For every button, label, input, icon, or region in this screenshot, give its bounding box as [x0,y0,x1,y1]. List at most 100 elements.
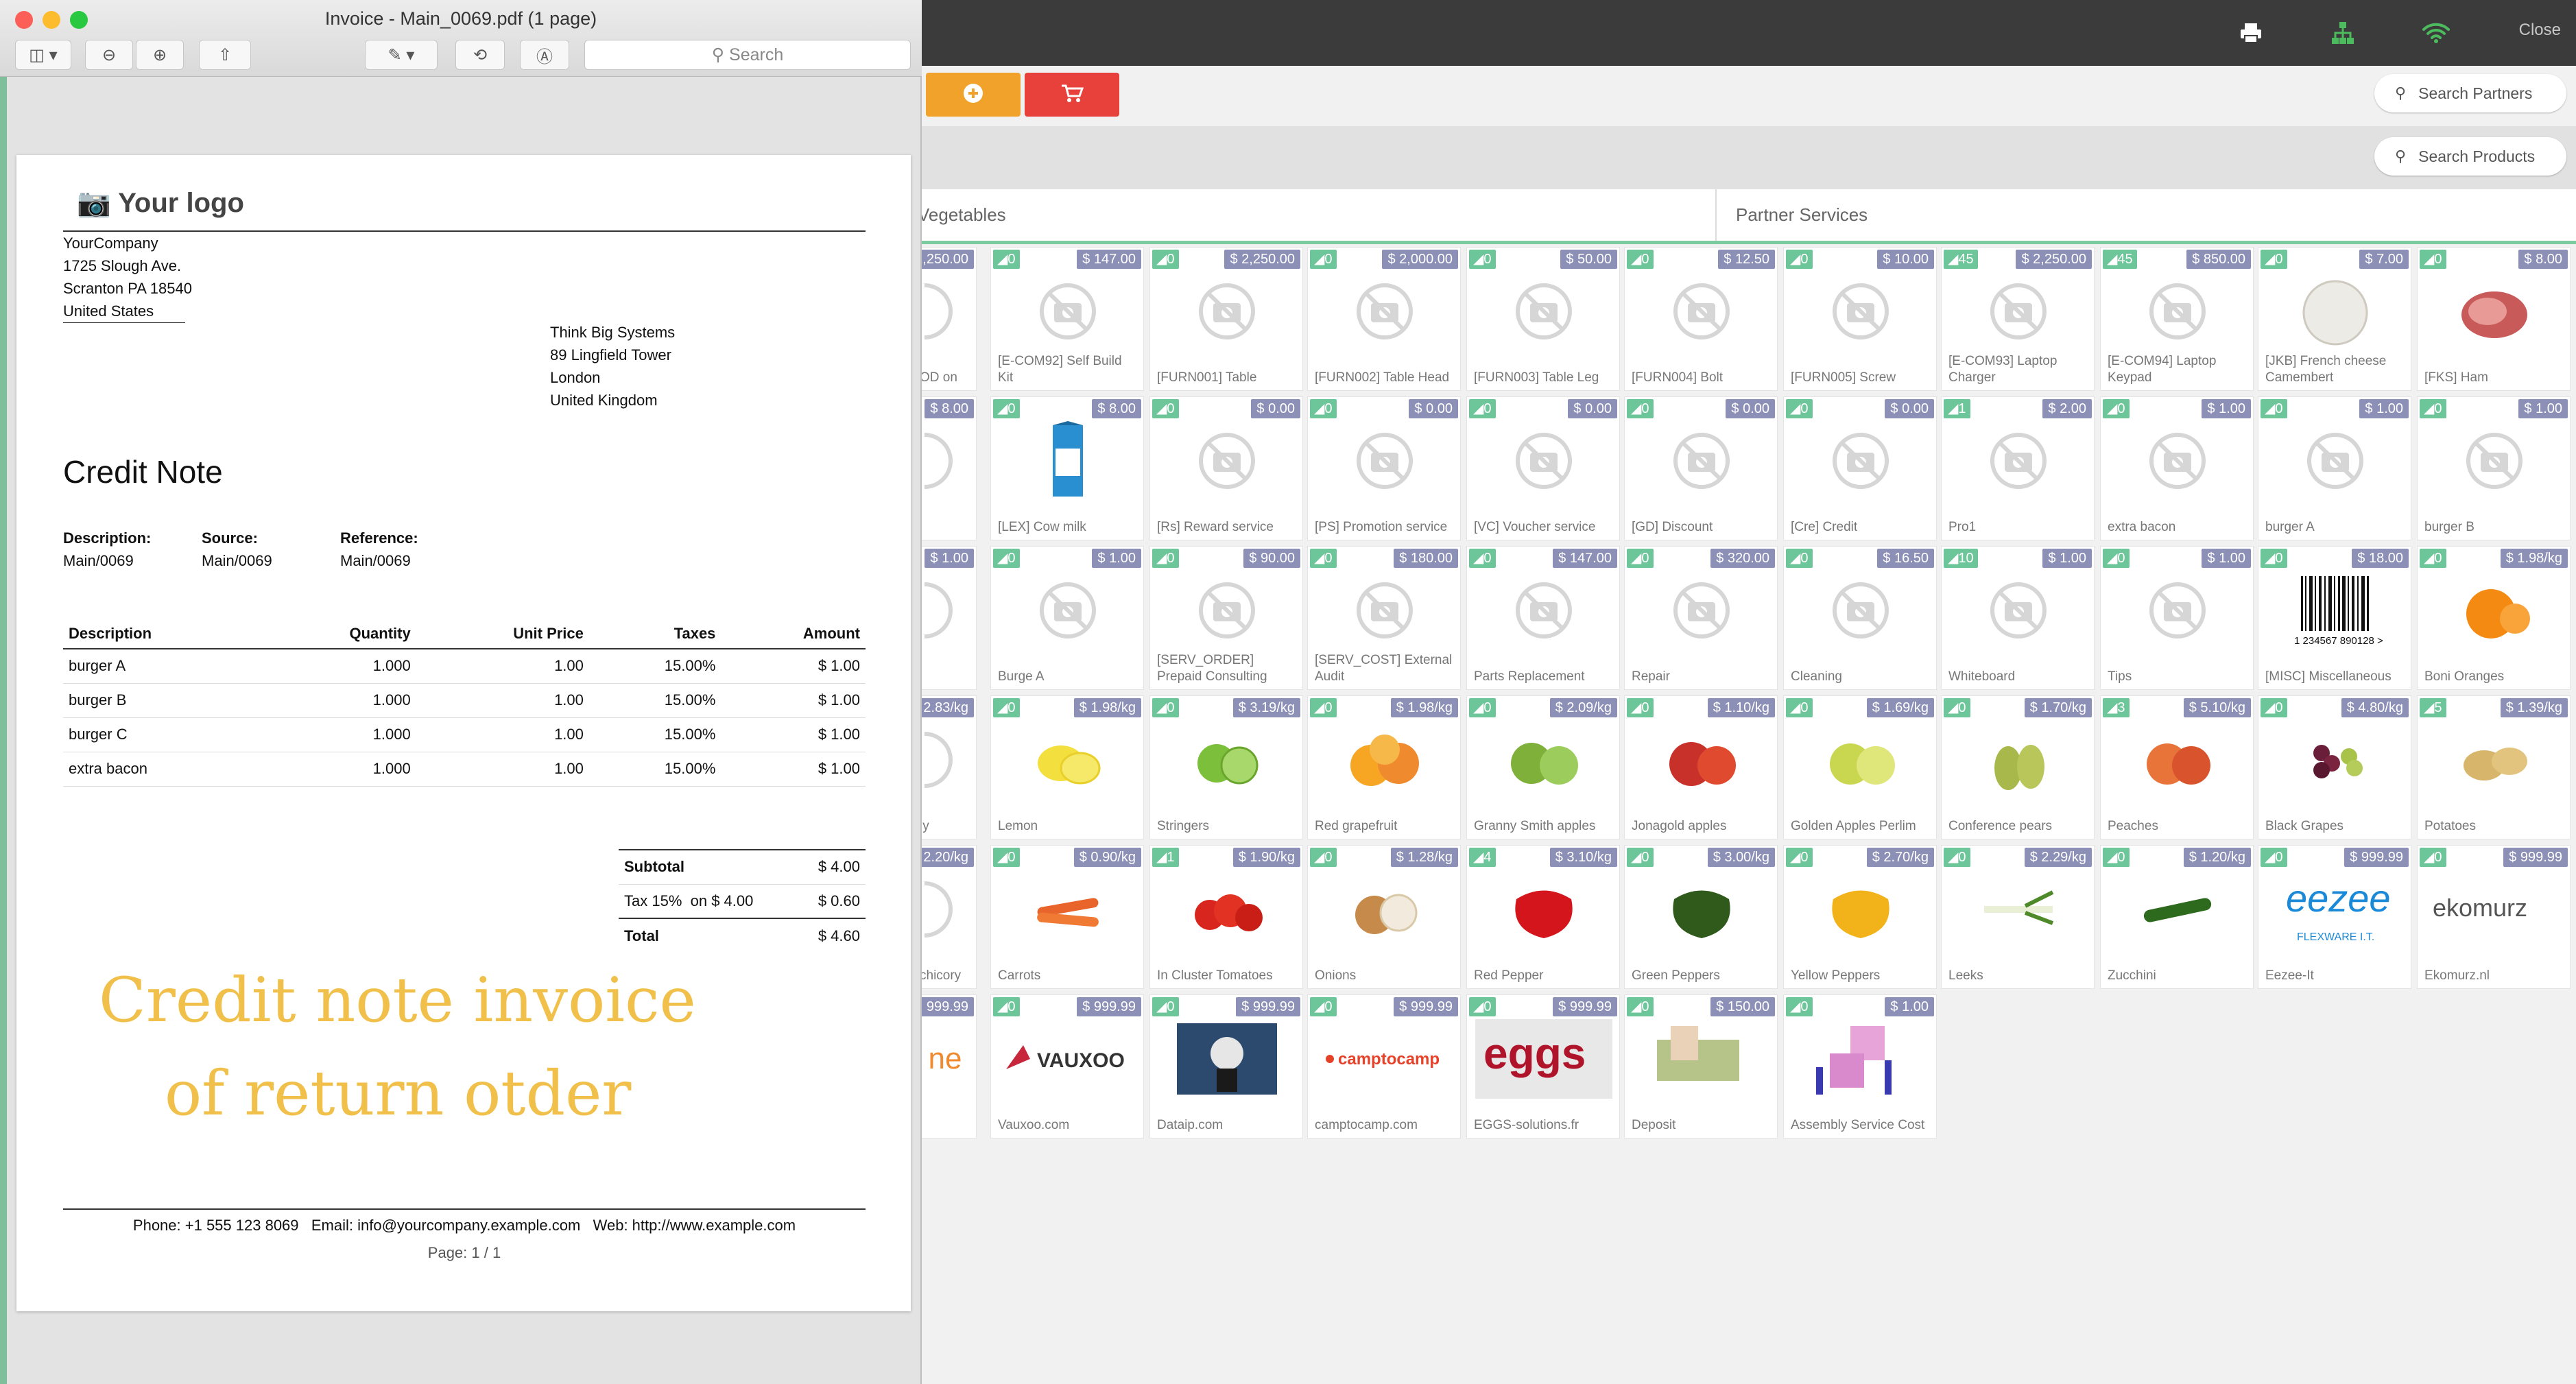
product-card[interactable]: ◢0 $ 1.98/kg Boni Oranges [2417,546,2571,690]
product-card[interactable]: ◢3 $ 5.10/kg Peaches [2100,695,2254,839]
product-card[interactable]: ◢0 $ 0.00 [GD] Discount [1624,396,1778,540]
viewer-search-input[interactable]: ⚲ Search [584,40,911,70]
product-card[interactable]: ◢4 $ 3.10/kg Red Pepper [1466,845,1620,989]
product-card[interactable]: ◢0 $ 1.00 Assembly Service Cost [1783,994,1937,1138]
product-card[interactable]: ◢0 $ 1.28/kg Onions [1307,845,1461,989]
product-card[interactable]: ◢0 $ 12.50 [FURN004] Bolt [1624,247,1778,391]
product-card[interactable]: ◢0 $ 999.99 eggs EGGS-solutions.fr [1466,994,1620,1138]
col-taxes: Taxes [588,619,721,649]
product-card[interactable]: ◢5 $ 1.39/kg Potatoes [2417,695,2571,839]
cart-button[interactable] [1025,73,1119,117]
product-card[interactable]: ◢0 $ 147.00 Parts Replacement [1466,546,1620,690]
close-button[interactable]: Close [2519,21,2561,40]
product-card[interactable]: ◢0 $ 1.70/kg Conference pears [1941,695,2095,839]
search-products-input[interactable]: ⚲ Search Products [2374,137,2566,176]
product-card[interactable]: 2,250.00 OD on [912,247,977,391]
product-card[interactable]: ◢0 $ 0.00 [Rs] Reward service [1149,396,1303,540]
network-icon[interactable] [2326,16,2359,49]
sidebar-toggle-button[interactable]: ◫ ▾ [15,40,71,70]
product-image [1784,570,1936,651]
share-button[interactable]: ⇧ [199,40,251,70]
product-card[interactable]: ◢0 $ 147.00 [E-COM92] Self Build Kit [990,247,1144,391]
product-card[interactable]: ◢0 $ 999.99 VAUXOO Vauxoo.com [990,994,1144,1138]
product-card[interactable]: 2.20/kg chicory [912,845,977,989]
product-card[interactable]: $ 8.00 [912,396,977,540]
category-partner-services[interactable]: Partner Services [1717,189,2576,241]
search-partners-input[interactable]: ⚲ Search Partners [2374,74,2566,112]
product-card[interactable]: ◢0 $ 999.99 ekomurz Ekomurz.nl [2417,845,2571,989]
product-card[interactable]: ◢0 $ 1.20/kg Zucchini [2100,845,2254,989]
stock-count: 45 [1958,252,1974,267]
product-image [1308,869,1460,950]
product-card[interactable]: 2.83/kg ly [912,695,977,839]
product-card[interactable]: ◢0 $ 0.00 [Cre] Credit [1783,396,1937,540]
product-card[interactable]: ◢0 $ 1.00 extra bacon [2100,396,2254,540]
product-card[interactable]: ◢0 $ 1.00 Tips [2100,546,2254,690]
product-card[interactable]: ◢0 $ 3.19/kg Stringers [1149,695,1303,839]
annotate-button[interactable]: Ⓐ [520,40,569,70]
product-card[interactable]: ◢0 $ 1.10/kg Jonagold apples [1624,695,1778,839]
logo: 📷 Your logo [77,182,244,224]
product-card[interactable]: ◢0 $ 50.00 [FURN003] Table Leg [1466,247,1620,391]
category-vegetables[interactable]: Vegetables [898,189,1717,241]
stock-count: 0 [1800,999,1809,1014]
add-customer-button[interactable] [926,73,1021,117]
product-card[interactable]: ◢0 $ 18.00 1 234567 890128 > [MISC] Miscell… [2258,546,2411,690]
product-card[interactable]: ◢0 $ 2.09/kg Granny Smith apples [1466,695,1620,839]
product-card[interactable]: ◢0 $ 2,250.00 [FURN001] Table [1149,247,1303,391]
product-card[interactable]: ◢45 $ 2,250.00 [E-COM93] Laptop Charger [1941,247,2095,391]
product-card[interactable]: ◢0 $ 1.00 Burge A [990,546,1144,690]
product-card[interactable]: ◢0 $ 180.00 [SERV_COST] External Audit [1307,546,1461,690]
product-card[interactable]: ◢0 $ 8.00 [LEX] Cow milk [990,396,1144,540]
product-card[interactable]: ◢1 $ 2.00 Pro1 [1941,396,2095,540]
product-card[interactable]: ◢1 $ 1.90/kg In Cluster Tomatoes [1149,845,1303,989]
product-card[interactable]: ◢0 $ 3.00/kg Green Peppers [1624,845,1778,989]
totals-value: $ 4.00 [818,858,860,876]
rotate-button[interactable]: ⟲ [455,40,505,70]
product-card[interactable]: ◢0 $ 90.00 [SERV_ORDER] Prepaid Consulting [1149,546,1303,690]
product-card[interactable]: $ 1.00 [912,546,977,690]
product-card[interactable]: ◢0 $ 999.99 Dataip.com [1149,994,1303,1138]
product-card[interactable]: ◢0 $ 10.00 [FURN005] Screw [1783,247,1937,391]
stock-count: 0 [1800,700,1809,715]
product-card[interactable]: ◢0 $ 2.29/kg Leeks [1941,845,2095,989]
product-card[interactable]: ◢0 $ 0.90/kg Carrots [990,845,1144,989]
zoom-in-button[interactable]: ⊕ [136,40,184,70]
product-name: [FURN002] Table Head [1315,370,1450,385]
search-icon: ⚲ [2395,147,2407,165]
product-card[interactable]: ◢0 $ 320.00 Repair [1624,546,1778,690]
product-card[interactable]: ◢0 $ 1.98/kg Lemon [990,695,1144,839]
product-card[interactable]: ◢0 $ 999.99 camptocamp camptocamp.com [1307,994,1461,1138]
stock-badge: ◢0 [1310,549,1337,568]
product-card[interactable]: ◢10 $ 1.00 Whiteboard [1941,546,2095,690]
wifi-icon[interactable] [2420,16,2453,49]
product-card[interactable]: ◢0 $ 1.00 burger A [2258,396,2411,540]
price-badge: $ 1.00 [2518,399,2568,418]
product-card[interactable]: ◢0 $ 8.00 [FKS] Ham [2417,247,2571,391]
product-card[interactable]: ◢45 $ 850.00 [E-COM94] Laptop Keypad [2100,247,2254,391]
product-card[interactable]: ◢0 $ 0.00 [VC] Voucher service [1466,396,1620,540]
product-card[interactable]: ◢0 $ 150.00 Deposit [1624,994,1778,1138]
product-card[interactable]: 999.99 ne [912,994,977,1138]
product-card[interactable]: ◢0 $ 1.69/kg Golden Apples Perlim [1783,695,1937,839]
product-card[interactable]: ◢0 $ 2,000.00 [FURN002] Table Head [1307,247,1461,391]
print-icon[interactable] [2234,16,2267,49]
stock-badge: ◢0 [1152,698,1179,717]
price-badge: $ 999.99 [1236,997,1300,1016]
product-image [991,719,1143,800]
zoom-out-button[interactable]: ⊖ [85,40,133,70]
product-card[interactable]: ◢0 $ 0.00 [PS] Promotion service [1307,396,1461,540]
product-card[interactable]: ◢0 $ 4.80/kg Black Grapes [2258,695,2411,839]
product-card[interactable]: ◢0 $ 999.99 eezee FLEXWARE I.T. Eezee-It [2258,845,2411,989]
product-card[interactable]: ◢0 $ 1.00 burger B [2417,396,2571,540]
product-card[interactable]: ◢0 $ 2.70/kg Yellow Peppers [1783,845,1937,989]
tag-icon: ◢ [997,999,1008,1014]
stock-badge: ◢10 [1944,549,1978,568]
markup-button[interactable]: ✎ ▾ [365,40,438,70]
price-badge: $ 1.90/kg [1232,848,1300,867]
stock-badge: ◢0 [1944,698,1970,717]
product-card[interactable]: ◢0 $ 1.98/kg Red grapefruit [1307,695,1461,839]
product-card[interactable]: ◢0 $ 7.00 [JKB] French cheese Camembert [2258,247,2411,391]
product-card[interactable]: ◢0 $ 16.50 Cleaning [1783,546,1937,690]
product-image [1784,719,1936,800]
